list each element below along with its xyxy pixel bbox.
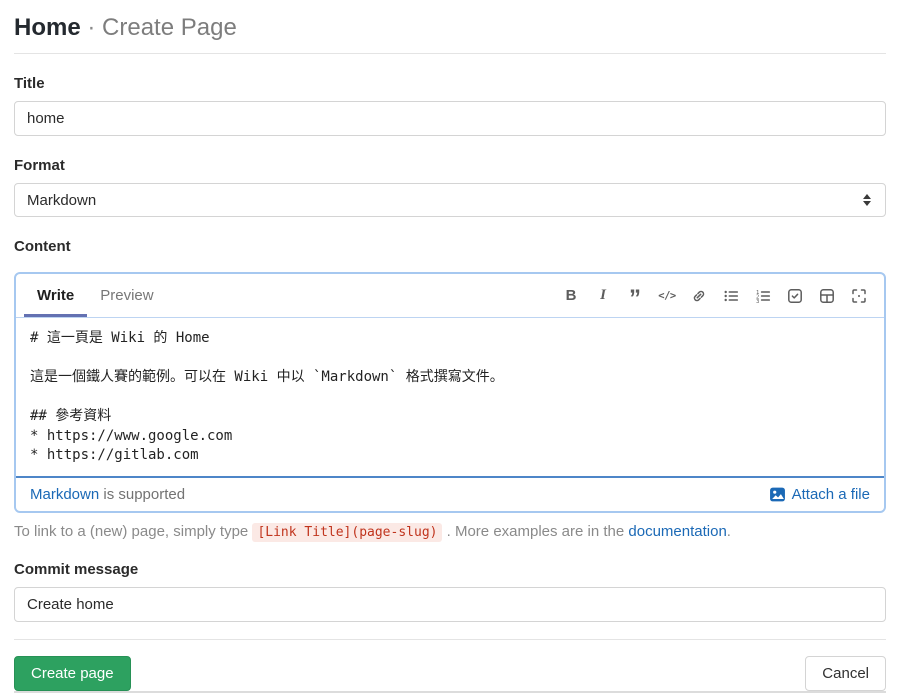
create-wiki-page: Home · Create Page Title Format Markdown… xyxy=(0,0,900,696)
title-label: Title xyxy=(14,75,886,92)
editor-toolbar: B I ” </> xyxy=(558,274,876,317)
tab-write[interactable]: Write xyxy=(24,274,87,317)
title-input[interactable] xyxy=(14,101,886,136)
code-icon[interactable]: </> xyxy=(654,283,680,309)
table-icon[interactable] xyxy=(814,283,840,309)
editor-header: Write Preview B I ” </> xyxy=(16,274,884,318)
create-page-button[interactable]: Create page xyxy=(14,656,131,691)
editor-footer: Markdown is supported Attach a file xyxy=(16,478,884,511)
unordered-list-icon[interactable] xyxy=(718,283,744,309)
ordered-list-icon[interactable]: 123 xyxy=(750,283,776,309)
format-label: Format xyxy=(14,157,886,174)
form-actions: Create page Cancel xyxy=(14,640,886,691)
attach-file-button[interactable]: Attach a file xyxy=(769,486,870,503)
documentation-link[interactable]: documentation xyxy=(628,523,726,540)
image-icon xyxy=(769,486,786,503)
select-arrows-icon xyxy=(863,194,873,206)
help-text-pre: To link to a (new) page, simply type xyxy=(14,523,252,540)
page-title-separator: · xyxy=(87,14,95,41)
page-bottom-edge xyxy=(14,691,886,693)
task-list-icon[interactable] xyxy=(782,283,808,309)
attach-file-label: Attach a file xyxy=(792,486,870,503)
fullscreen-icon[interactable] xyxy=(846,283,872,309)
format-select-value: Markdown xyxy=(27,192,96,209)
content-textarea[interactable]: # 這一頁是 Wiki 的 Home 這是一個鐵人賽的範例。可以在 Wiki 中… xyxy=(16,318,884,478)
help-text-post: . xyxy=(727,523,731,540)
markdown-editor: Write Preview B I ” </> xyxy=(14,272,886,513)
commit-message-label: Commit message xyxy=(14,561,886,578)
markdown-supported-note: Markdown is supported xyxy=(30,486,185,503)
tab-preview[interactable]: Preview xyxy=(87,274,166,317)
help-text-mid: . More examples are in the xyxy=(442,523,628,540)
content-label: Content xyxy=(14,238,886,255)
format-select[interactable]: Markdown xyxy=(14,183,886,218)
cancel-button[interactable]: Cancel xyxy=(805,656,886,691)
supported-text: is supported xyxy=(99,486,185,503)
bold-icon[interactable]: B xyxy=(558,283,584,309)
italic-icon[interactable]: I xyxy=(590,283,616,309)
page-title-home: Home xyxy=(14,14,81,41)
svg-text:3: 3 xyxy=(756,299,759,304)
page-title: Home · Create Page xyxy=(14,0,886,44)
header-divider xyxy=(14,53,886,54)
link-syntax-code: [Link Title](page-slug) xyxy=(252,523,442,542)
link-icon[interactable] xyxy=(686,283,712,309)
quote-icon[interactable]: ” xyxy=(622,283,648,309)
markdown-link[interactable]: Markdown xyxy=(30,486,99,503)
page-title-subtitle: Create Page xyxy=(102,14,237,41)
help-text: To link to a (new) page, simply type [Li… xyxy=(14,523,886,540)
commit-message-input[interactable] xyxy=(14,587,886,622)
